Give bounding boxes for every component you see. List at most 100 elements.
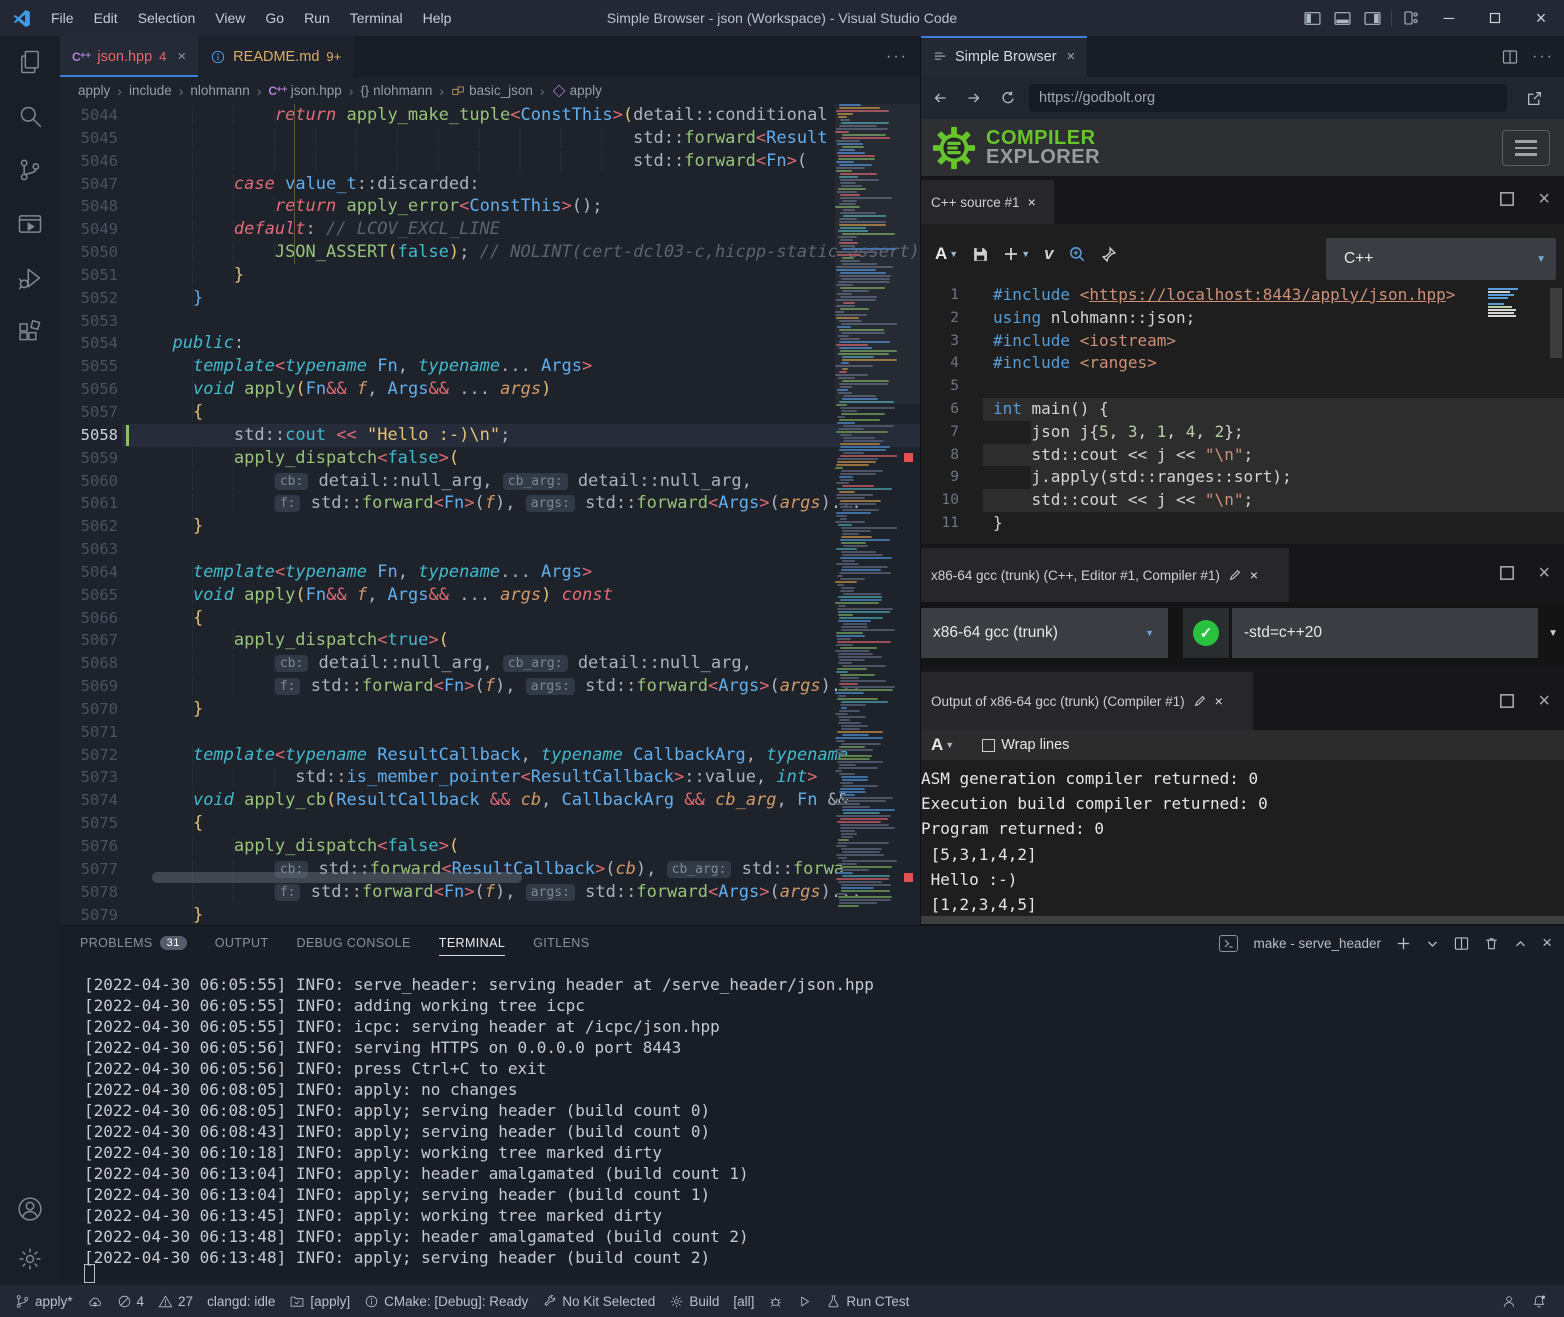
close-tab-icon[interactable]: × — [1067, 48, 1076, 65]
menu-edit[interactable]: Edit — [84, 0, 128, 36]
maximize-pane-icon[interactable] — [1498, 190, 1516, 208]
close-window-button[interactable]: × — [1518, 0, 1564, 36]
save-icon[interactable] — [972, 246, 989, 263]
maximize-pane-icon[interactable] — [1498, 564, 1516, 582]
edit-pencil-icon[interactable] — [1228, 568, 1242, 582]
tab-json.hpp[interactable]: C⁺⁺json.hpp4× — [60, 36, 198, 77]
code-line[interactable]: 5047 case value_t::discarded: — [60, 173, 920, 196]
breadcrumb-item[interactable]: {}nlohmann — [360, 83, 432, 98]
code-line[interactable]: 5069 f: std::forward<Fn>(f), args: std::… — [60, 675, 920, 698]
maximize-button[interactable] — [1472, 0, 1518, 36]
pin-icon[interactable] — [1100, 246, 1117, 263]
source-pane-tab[interactable]: C++ source #1 × — [921, 180, 1054, 224]
code-editor[interactable]: 5044 return apply_make_tuple<ConstThis>(… — [60, 104, 920, 925]
menu-file[interactable]: File — [41, 0, 84, 36]
code-line[interactable]: 5044 return apply_make_tuple<ConstThis>(… — [60, 104, 920, 127]
open-external-icon[interactable] — [1519, 83, 1549, 113]
reload-icon[interactable] — [993, 83, 1023, 113]
code-line[interactable]: 5056 void apply(Fn&& f, Args&& ... args) — [60, 378, 920, 401]
breadcrumb-item[interactable]: C⁺⁺json.hpp — [268, 83, 341, 98]
close-pane-icon[interactable]: × — [1250, 567, 1258, 583]
code-line[interactable]: 5050 JSON_ASSERT(false); // NOLINT(cert-… — [60, 241, 920, 264]
code-line[interactable]: 5073 std::is_member_pointer<ResultCallba… — [60, 766, 920, 789]
panel-tab-gitlens[interactable]: GITLENS — [533, 926, 589, 960]
status-clangd-idle[interactable]: clangd: idle — [200, 1285, 282, 1317]
minimize-button[interactable]: ─ — [1426, 0, 1472, 36]
code-line[interactable]: 5065 void apply(Fn&& f, Args&& ... args)… — [60, 584, 920, 607]
code-line[interactable]: 5048 return apply_error<ConstThis>(); — [60, 195, 920, 218]
menu-run[interactable]: Run — [294, 0, 340, 36]
code-line[interactable]: 5052 } — [60, 287, 920, 310]
godbolt-scrollbar[interactable] — [1550, 288, 1562, 358]
menu-terminal[interactable]: Terminal — [340, 0, 413, 36]
status-info-circle[interactable]: CMake: [Debug]: Ready — [357, 1285, 535, 1317]
breadcrumb-item[interactable]: basic_json — [451, 83, 533, 98]
code-line[interactable]: 5062 } — [60, 515, 920, 538]
code-line[interactable]: 5063 — [60, 538, 920, 561]
hamburger-menu-icon[interactable] — [1502, 130, 1550, 166]
explorer-icon[interactable] — [14, 46, 46, 78]
status-cloud-upload[interactable] — [80, 1285, 110, 1317]
status-feedback[interactable] — [1494, 1285, 1524, 1317]
maximize-pane-icon[interactable] — [1498, 692, 1516, 710]
close-pane-icon[interactable]: × — [1538, 564, 1550, 582]
breadcrumb-item[interactable]: nlohmann — [190, 83, 249, 98]
godbolt-code-line[interactable]: 10 std::cout << j << "\n"; — [921, 489, 1564, 512]
source-control-icon[interactable] — [14, 154, 46, 186]
url-input[interactable]: https://godbolt.org — [1029, 84, 1507, 112]
terminal-dropdown-icon[interactable] — [1426, 937, 1439, 950]
back-icon[interactable] — [925, 83, 955, 113]
tab-readme.md[interactable]: README.md9+ — [198, 36, 353, 77]
code-line[interactable]: 5051 } — [60, 264, 920, 287]
godbolt-code-line[interactable]: 2using nlohmann::json; — [921, 307, 1564, 330]
font-size-icon[interactable]: A — [931, 735, 943, 755]
compiler-explorer-logo[interactable]: COMPILER EXPLORER — [931, 125, 1100, 171]
close-panel-icon[interactable]: × — [1542, 933, 1552, 953]
panel-tab-debug-console[interactable]: DEBUG CONSOLE — [297, 926, 411, 960]
code-line[interactable]: 5075 { — [60, 812, 920, 835]
vim-mode-icon[interactable]: v — [1044, 244, 1053, 264]
code-line[interactable]: 5067 apply_dispatch<true>( — [60, 629, 920, 652]
editor-more-actions-button[interactable]: ··· — [886, 36, 908, 77]
more-actions-icon[interactable]: ··· — [1532, 48, 1554, 66]
kill-terminal-icon[interactable] — [1484, 936, 1499, 951]
code-line[interactable]: 5057 { — [60, 401, 920, 424]
breadcrumb[interactable]: apply›include›nlohmann›C⁺⁺json.hpp›{}nlo… — [60, 77, 920, 104]
code-line[interactable]: 5070 } — [60, 698, 920, 721]
code-line[interactable]: 5055 template<typename Fn, typename... A… — [60, 355, 920, 378]
menu-go[interactable]: Go — [255, 0, 294, 36]
godbolt-code-line[interactable]: 7 json j{5, 3, 1, 4, 2}; — [921, 421, 1564, 444]
split-editor-icon[interactable] — [1502, 49, 1518, 65]
language-select[interactable]: C++ ▼ — [1326, 238, 1556, 280]
code-line[interactable]: 5060 cb: detail::null_arg, cb_arg: detai… — [60, 470, 920, 493]
customize-layout-icon[interactable] — [1396, 0, 1426, 36]
code-line[interactable]: 5064 template<typename Fn, typename... A… — [60, 561, 920, 584]
menu-view[interactable]: View — [205, 0, 255, 36]
status-bell-dot[interactable] — [1524, 1285, 1554, 1317]
panel-tab-output[interactable]: OUTPUT — [215, 926, 269, 960]
toggle-panel-icon[interactable] — [1327, 0, 1357, 36]
panel-tab-terminal[interactable]: TERMINAL — [439, 926, 505, 960]
terminal-task-label[interactable]: make - serve_header — [1253, 936, 1381, 951]
status-folder-check[interactable]: [apply] — [282, 1285, 357, 1317]
code-line[interactable]: 5072 template<typename ResultCallback, t… — [60, 744, 920, 767]
code-line[interactable]: 5066 { — [60, 607, 920, 630]
menu-selection[interactable]: Selection — [128, 0, 206, 36]
code-line[interactable]: 5045 std::forward<Result — [60, 127, 920, 150]
code-line[interactable]: 5076 apply_dispatch<false>( — [60, 835, 920, 858]
code-line[interactable]: 5078 f: std::forward<Fn>(f), args: std::… — [60, 881, 920, 904]
font-size-icon[interactable]: A▼ — [935, 244, 958, 264]
add-pane-icon[interactable]: ▼ — [1003, 246, 1030, 262]
code-line[interactable]: 5054 public: — [60, 332, 920, 355]
maximize-panel-icon[interactable] — [1514, 937, 1527, 950]
status-bug[interactable] — [761, 1285, 790, 1317]
account-icon[interactable] — [14, 1193, 46, 1225]
code-line[interactable]: 5053 — [60, 310, 920, 333]
terminal-output[interactable]: [2022-04-30 06:05:55] INFO: serve_header… — [84, 974, 874, 1268]
godbolt-code-line[interactable]: 11} — [921, 512, 1564, 535]
godbolt-code-line[interactable]: 4#include <ranges> — [921, 352, 1564, 375]
extensions-icon[interactable] — [14, 316, 46, 348]
options-dropdown-icon[interactable]: ▼ — [1548, 628, 1558, 639]
output-scrollbar[interactable] — [921, 916, 1564, 924]
code-line[interactable]: 5061 f: std::forward<Fn>(f), args: std::… — [60, 492, 920, 515]
